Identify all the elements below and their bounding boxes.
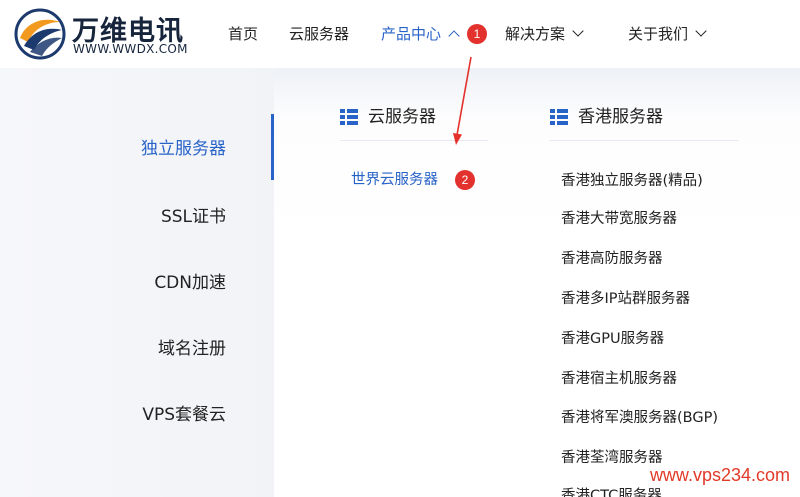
column-divider <box>550 140 738 141</box>
column-heading-text: 云服务器 <box>368 107 436 127</box>
brand-domain: WWW.WWDX.COM <box>73 42 188 56</box>
nav-item-label: 产品中心 <box>381 25 442 43</box>
step-badge-1: 1 <box>467 24 487 44</box>
column-heading-text: 香港服务器 <box>578 107 663 127</box>
nav-item-home[interactable]: 首页 <box>228 22 258 46</box>
nav-item-product-center[interactable]: 产品中心 <box>381 22 460 46</box>
category-sidebar: 独立服务器 SSL证书 CDN加速 域名注册 VPS套餐云 <box>0 68 274 497</box>
nav-item-about-us[interactable]: 关于我们 <box>628 22 707 46</box>
link-hk-ctc[interactable]: 香港CTC服务器 <box>561 486 662 497</box>
brand-logo-icon[interactable] <box>14 8 66 60</box>
top-header: 万维电讯 WWW.WWDX.COM 首页 云服务器 产品中心 解决方案 关于我们… <box>0 0 800 68</box>
link-hk-multi-ip[interactable]: 香港多IP站群服务器 <box>561 289 690 309</box>
server-list-icon <box>550 109 568 125</box>
link-hk-tsuen-wan[interactable]: 香港荃湾服务器 <box>561 448 663 468</box>
chevron-up-icon <box>448 30 460 42</box>
nav-item-cloud-servers[interactable]: 云服务器 <box>289 22 349 46</box>
nav-item-label: 关于我们 <box>628 25 689 43</box>
link-hk-high-bandwidth[interactable]: 香港大带宽服务器 <box>561 209 677 229</box>
server-list-icon <box>340 109 358 125</box>
chevron-down-icon <box>695 25 707 37</box>
category-item-vps-packages[interactable]: VPS套餐云 <box>142 400 226 425</box>
category-item-dedicated-servers[interactable]: 独立服务器 <box>141 134 226 159</box>
nav-item-solutions[interactable]: 解决方案 <box>505 22 584 46</box>
product-dropdown-panel: 独立服务器 SSL证书 CDN加速 域名注册 VPS套餐云 云服务器 世界云服务… <box>0 68 800 497</box>
site-watermark: www.vps234.com <box>649 465 790 485</box>
nav-item-label: 解决方案 <box>505 25 566 43</box>
category-item-domain-registration[interactable]: 域名注册 <box>158 334 226 359</box>
category-item-ssl-certificates[interactable]: SSL证书 <box>161 202 226 227</box>
link-hk-dedicated-premium[interactable]: 香港独立服务器(精品) <box>561 171 703 191</box>
step-badge-2: 2 <box>455 170 475 190</box>
annotation-arrow-icon <box>453 56 472 145</box>
active-category-indicator <box>271 114 274 180</box>
chevron-down-icon <box>572 25 584 37</box>
link-global-cloud-servers[interactable]: 世界云服务器 <box>351 170 438 190</box>
category-item-cdn[interactable]: CDN加速 <box>154 268 226 293</box>
link-hk-host-machine[interactable]: 香港宿主机服务器 <box>561 369 677 389</box>
link-hk-ddos-protected[interactable]: 香港高防服务器 <box>561 249 663 269</box>
link-hk-gpu[interactable]: 香港GPU服务器 <box>561 329 664 349</box>
link-hk-tseung-kwan-o-bgp[interactable]: 香港将军澳服务器(BGP) <box>561 408 718 428</box>
